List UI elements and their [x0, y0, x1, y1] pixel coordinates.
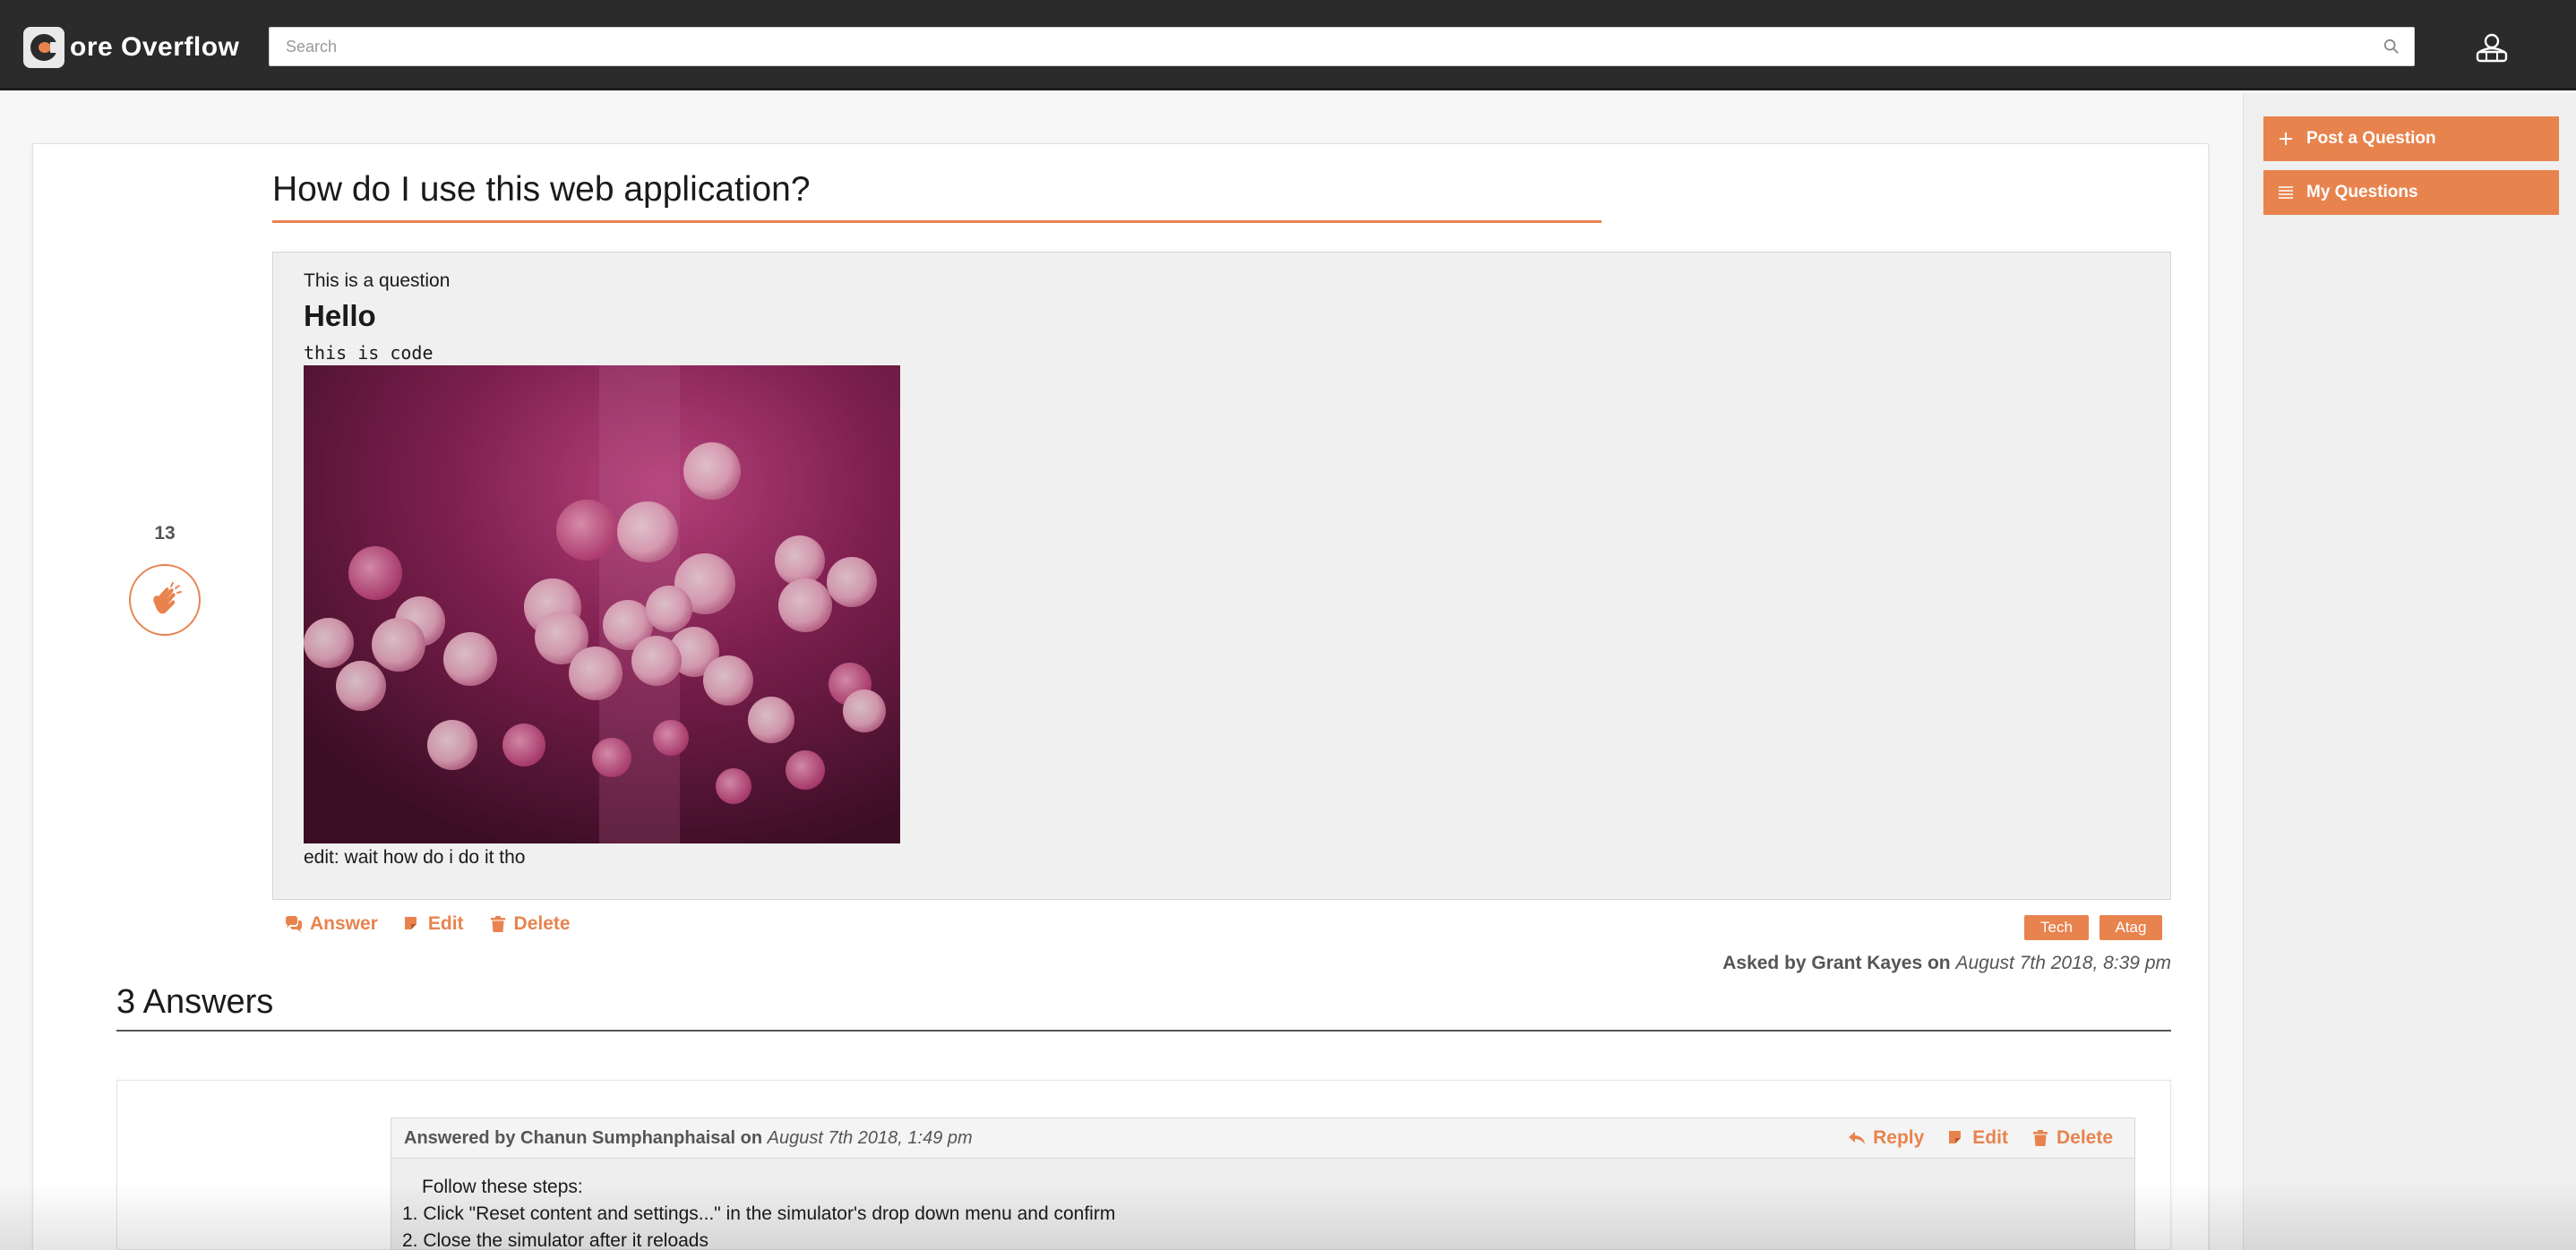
question-body: This is a question Hello this is code ed…	[272, 252, 2171, 900]
post-question-label: Post a Question	[2306, 129, 2436, 148]
answers-divider	[116, 1030, 2171, 1032]
answer-line: 1. Click "Reset content and settings..."…	[402, 1203, 1116, 1224]
answered-by-author: Answered by Chanun Sumphanphaisal on	[404, 1128, 763, 1148]
edit-answer-label: Edit	[1972, 1127, 2008, 1148]
answer-line: Follow these steps:	[422, 1177, 583, 1197]
trash-icon	[490, 916, 505, 932]
edit-question-button[interactable]: Edit	[403, 913, 464, 935]
post-question-button[interactable]: Post a Question	[2263, 116, 2559, 161]
trash-icon	[2032, 1130, 2048, 1146]
edit-answer-button[interactable]: Edit	[1947, 1127, 2008, 1149]
edit-icon	[1949, 1131, 1962, 1143]
title-underline	[272, 220, 1601, 223]
list-icon	[2279, 186, 2293, 199]
answer-label: Answer	[310, 913, 378, 934]
my-questions-button[interactable]: My Questions	[2263, 170, 2559, 215]
user-icon[interactable]	[2474, 32, 2510, 64]
right-sidebar: Post a Question My Questions	[2243, 93, 2576, 1250]
delete-question-button[interactable]: Delete	[489, 913, 571, 935]
logo-text: ore Overflow	[70, 32, 240, 62]
tag-tech[interactable]: Tech	[2024, 915, 2089, 940]
edit-label: Edit	[427, 913, 464, 934]
delete-label: Delete	[513, 913, 571, 934]
answer-actions: Reply Edit Delete	[1848, 1127, 2113, 1149]
my-questions-label: My Questions	[2306, 183, 2418, 201]
plus-icon	[2280, 133, 2292, 145]
search-input[interactable]	[270, 28, 2414, 65]
logo[interactable]: ore Overflow	[23, 27, 239, 68]
answered-date: August 7th 2018, 1:49 pm	[767, 1128, 973, 1148]
vote-count: 13	[154, 523, 176, 544]
delete-answer-label: Delete	[2056, 1127, 2113, 1148]
question-text: This is a question	[304, 270, 451, 291]
question-heading: Hello	[304, 299, 376, 332]
reply-button[interactable]: Reply	[1848, 1127, 1924, 1149]
reply-label: Reply	[1873, 1127, 1925, 1148]
answer-button[interactable]: Answer	[285, 913, 378, 935]
answer-header: Answered by Chanun Sumphanphaisal on Aug…	[391, 1117, 2135, 1159]
question-title: How do I use this web application?	[272, 170, 811, 209]
search-bar	[269, 27, 2415, 66]
answer-meta: Answered by Chanun Sumphanphaisal on Aug…	[404, 1128, 973, 1149]
tag-atag[interactable]: Atag	[2099, 915, 2162, 940]
answer-line: 2. Close the simulator after it reloads	[402, 1230, 708, 1250]
question-actions: Answer Edit Delete	[285, 913, 571, 935]
asked-by: Asked by Grant Kayes on August 7th 2018,…	[1722, 953, 2171, 974]
asked-date: August 7th 2018, 8:39 pm	[1955, 953, 2171, 973]
answer-body: Follow these steps: 1. Click "Reset cont…	[391, 1159, 2135, 1250]
clap-button[interactable]	[129, 564, 201, 636]
comments-icon	[286, 916, 302, 932]
question-code: this is code	[304, 342, 434, 364]
edit-icon	[404, 917, 416, 929]
bokeh-image	[304, 365, 900, 843]
search-icon[interactable]	[2383, 39, 2400, 55]
clap-icon	[153, 582, 182, 614]
logo-mark-icon	[23, 27, 64, 68]
top-navbar: ore Overflow	[0, 0, 2576, 90]
delete-answer-button[interactable]: Delete	[2031, 1127, 2113, 1149]
reply-icon	[1849, 1132, 1866, 1144]
answers-heading: 3 Answers	[116, 983, 274, 1021]
question-edit-note: edit: wait how do i do it tho	[304, 847, 526, 868]
asked-by-author: Asked by Grant Kayes on	[1722, 953, 1951, 973]
